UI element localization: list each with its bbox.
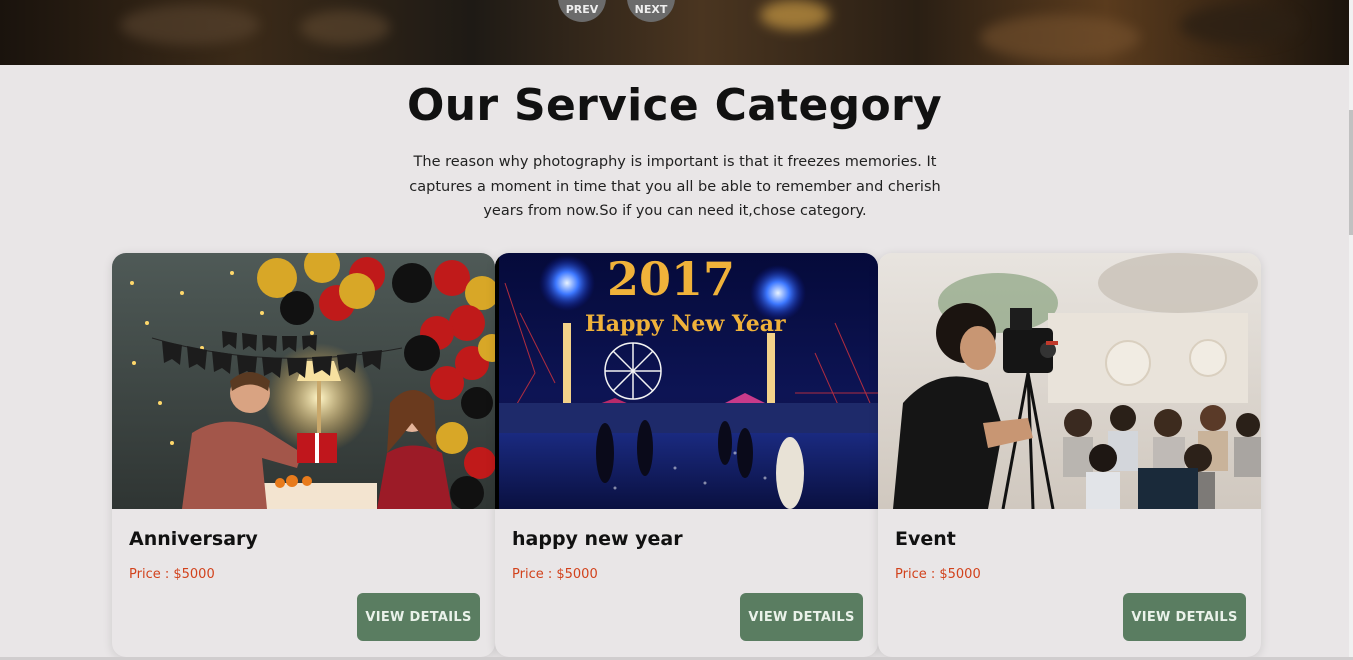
scrollbar-thumb[interactable] bbox=[1349, 110, 1353, 235]
carousel-prev-button[interactable]: PREV bbox=[558, 0, 606, 22]
service-category-cards: Anniversary Price : $5000 VIEW DETAILS 2… bbox=[112, 253, 1262, 657]
carousel-prev-label: PREV bbox=[565, 3, 599, 16]
section-title: Our Service Category bbox=[407, 80, 942, 131]
card-title: Anniversary bbox=[129, 528, 258, 550]
carousel-next-label: NEXT bbox=[634, 3, 668, 16]
card-price: Price : $5000 bbox=[129, 567, 215, 582]
service-card-anniversary: Anniversary Price : $5000 VIEW DETAILS bbox=[112, 253, 495, 657]
hero-carousel: PREV NEXT bbox=[0, 0, 1349, 65]
card-price: Price : $5000 bbox=[512, 567, 598, 582]
view-details-button[interactable]: VIEW DETAILS bbox=[740, 593, 863, 641]
card-title: Event bbox=[895, 528, 956, 550]
event-image bbox=[878, 253, 1261, 509]
anniversary-image bbox=[112, 253, 495, 509]
service-card-happy-new-year: 2017 Happy New Year happy new year Price… bbox=[495, 253, 878, 657]
carousel-next-button[interactable]: NEXT bbox=[627, 0, 675, 22]
service-card-event: Event Price : $5000 VIEW DETAILS bbox=[878, 253, 1261, 657]
view-details-button[interactable]: VIEW DETAILS bbox=[1123, 593, 1246, 641]
card-price: Price : $5000 bbox=[895, 567, 981, 582]
view-details-button[interactable]: VIEW DETAILS bbox=[357, 593, 480, 641]
card-title: happy new year bbox=[512, 528, 683, 550]
section-description: The reason why photography is important … bbox=[409, 154, 941, 219]
happy-new-year-image: 2017 Happy New Year bbox=[495, 253, 878, 509]
svg-text:2017: 2017 bbox=[607, 253, 735, 306]
page-scrollbar[interactable] bbox=[1349, 0, 1353, 660]
svg-text:Happy New Year: Happy New Year bbox=[585, 311, 786, 337]
